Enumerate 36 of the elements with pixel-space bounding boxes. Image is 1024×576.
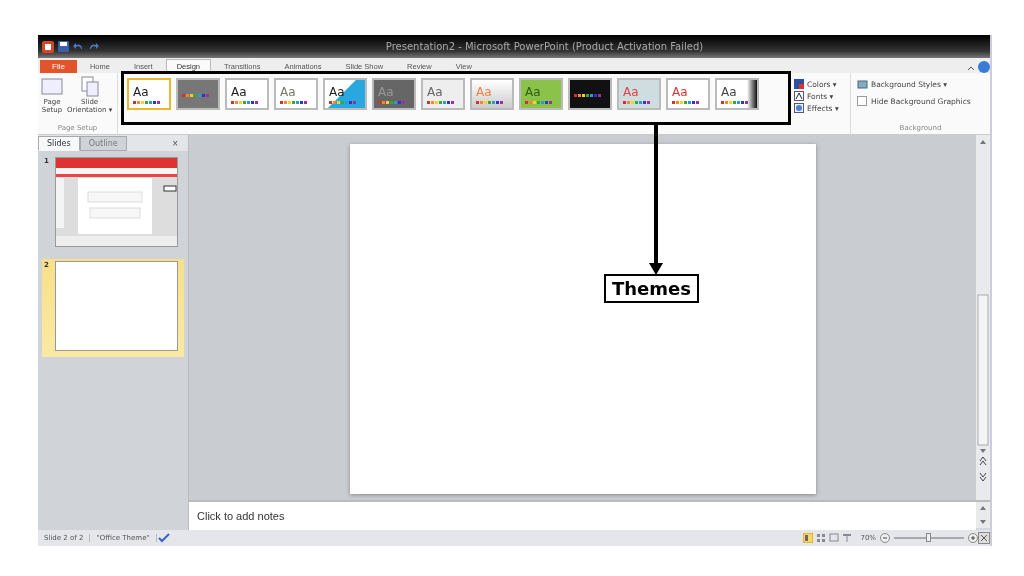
notes-field[interactable]: Click to add notes: [189, 502, 976, 530]
redo-icon[interactable]: [88, 41, 99, 52]
pane-tab[interactable]: Slides: [38, 135, 80, 151]
zoom-in-icon[interactable]: [968, 533, 978, 543]
sorter-view-icon[interactable]: [816, 533, 827, 543]
close-button[interactable]: ×: [166, 136, 184, 150]
theme-thumbnail[interactable]: Aa: [127, 78, 171, 110]
circle-icon: [794, 103, 804, 113]
theme-thumbnail[interactable]: Aa: [225, 78, 269, 110]
slide-icon: [41, 76, 63, 98]
callout-label: Themes: [604, 274, 699, 303]
theme-thumbnail[interactable]: [568, 78, 612, 110]
palette-icon: [794, 79, 804, 89]
app-icon[interactable]: [42, 40, 54, 53]
notes-scrollbar[interactable]: [976, 502, 990, 528]
theme-thumbnail[interactable]: Aa: [274, 78, 318, 110]
theme-thumbnail[interactable]: Aa: [666, 78, 710, 110]
window-title: Presentation2 - Microsoft PowerPoint (Product Activation Failed): [384, 41, 705, 52]
zoom-out-icon[interactable]: [880, 533, 890, 543]
theme-thumbnail[interactable]: Aa: [421, 78, 465, 110]
spellcheck-icon[interactable]: [156, 533, 171, 543]
undo-icon[interactable]: [73, 41, 84, 52]
save-icon[interactable]: [58, 41, 69, 52]
zoom-slider-thumb[interactable]: [926, 533, 931, 542]
paint-icon: [857, 79, 868, 89]
theme-thumbnail[interactable]: Aa: [323, 78, 367, 110]
theme-thumbnail[interactable]: Aa: [715, 78, 759, 110]
slide-thumbnail[interactable]: [55, 261, 178, 351]
theme-thumbnail[interactable]: [176, 78, 220, 110]
normal-view-icon[interactable]: [803, 533, 814, 543]
fit-window-icon[interactable]: [978, 532, 990, 544]
help-icon[interactable]: [978, 61, 990, 73]
theme-thumbnail[interactable]: Aa: [519, 78, 563, 110]
slideshow-icon[interactable]: [842, 533, 853, 543]
file-tab[interactable]: File: [40, 60, 77, 73]
slide-icon: [78, 76, 101, 98]
